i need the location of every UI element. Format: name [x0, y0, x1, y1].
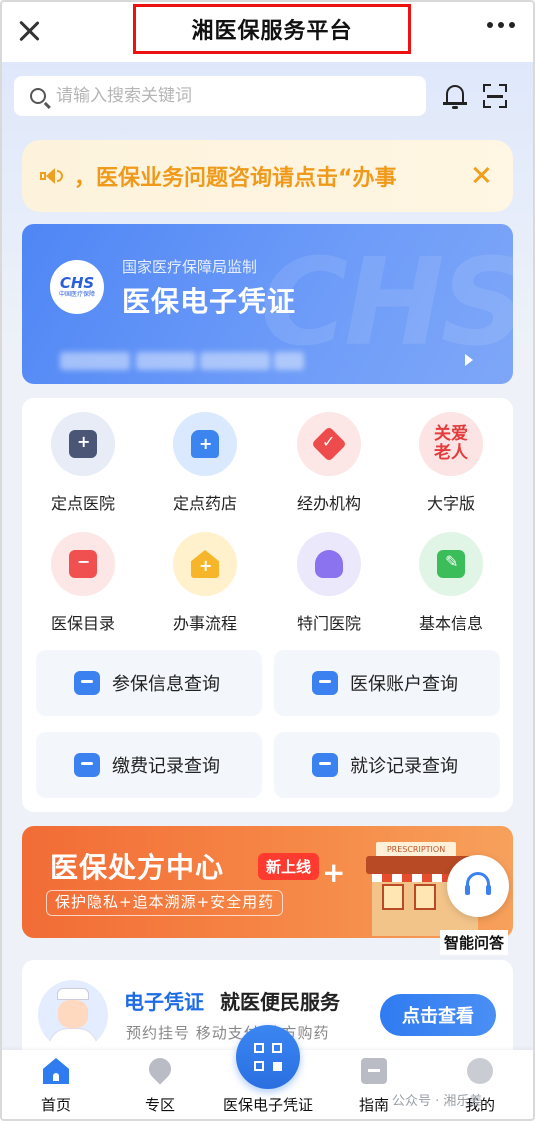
query-account-button[interactable]: 医保账户查询: [274, 650, 500, 716]
top-bar: 湘医保服务平台: [0, 0, 535, 62]
prescription-banner[interactable]: 医保处方中心 新上线 + 保护隐私+追本溯源+安全用药 PRESCRIPTION: [22, 826, 513, 938]
promo-subtitle: 预约挂号 移动支付 处方购药: [126, 1024, 330, 1042]
service-tile[interactable]: 关爱老人 大字版: [396, 412, 506, 522]
speaker-icon: [40, 166, 64, 186]
new-badge: 新上线: [258, 853, 320, 880]
assistant-label[interactable]: 智能问答: [440, 930, 509, 955]
service-tile[interactable]: − 医保目录: [28, 532, 138, 642]
account-icon: [312, 671, 338, 695]
insurance-info-icon: [74, 671, 100, 695]
banner-subtitle: 保护隐私+追本溯源+安全用药: [46, 890, 284, 916]
scan-icon[interactable]: [483, 84, 507, 108]
title-highlight-box: 湘医保服务平台: [133, 4, 411, 54]
card-subtitle: 国家医疗保障局监制: [122, 258, 258, 276]
search-icon: [30, 88, 46, 104]
service-tile[interactable]: + 定点药店: [150, 412, 260, 522]
pharmacy-icon: +: [173, 412, 237, 476]
assistant-button[interactable]: [447, 855, 509, 917]
qr-code-icon: [254, 1043, 264, 1053]
service-tile[interactable]: + 定点医院: [28, 412, 138, 522]
nav-item-zone[interactable]: 专区: [120, 1050, 200, 1121]
special-clinic-icon: [297, 532, 361, 596]
home-icon: [43, 1058, 69, 1084]
masked-id: [200, 352, 270, 370]
service-tile[interactable]: ✎ 基本信息: [396, 532, 506, 642]
watermark: 公众号 · 湘乐差: [392, 1094, 483, 1109]
notice-text: ，医保业务问题咨询请点击“办事: [74, 166, 397, 191]
search-input[interactable]: [56, 86, 396, 106]
masked-id: [60, 352, 130, 370]
notice-close-icon[interactable]: [471, 162, 491, 188]
promo-title: 就医便民服务: [220, 990, 340, 1014]
doctor-avatar: [38, 980, 108, 1050]
more-icon[interactable]: [487, 22, 515, 28]
elderly-care-icon: 关爱老人: [419, 412, 483, 476]
nav-item-home[interactable]: 首页: [16, 1050, 96, 1121]
service-tile[interactable]: + 办事流程: [150, 532, 260, 642]
masked-id: [136, 352, 196, 370]
nav-item-voucher-label[interactable]: 医保电子凭证: [214, 1094, 322, 1115]
notice-bar[interactable]: ，医保业务问题咨询请点击“办事: [22, 140, 513, 212]
query-visit-record-button[interactable]: 就诊记录查询: [274, 732, 500, 798]
basic-info-icon: ✎: [419, 532, 483, 596]
services-panel: + 定点医院 + 定点药店 ✓ 经办机构 关爱老人 大字版 − 医保目录 + 办…: [22, 398, 513, 812]
card-title: 医保电子凭证: [122, 285, 297, 318]
catalog-icon: −: [51, 532, 115, 596]
location-icon: [144, 1053, 176, 1085]
process-icon: +: [173, 532, 237, 596]
bell-icon[interactable]: [443, 83, 467, 109]
close-icon[interactable]: [14, 16, 44, 46]
insurance-card[interactable]: CHS CHS 中国医疗保障 国家医疗保障局监制 医保电子凭证: [22, 224, 513, 384]
visit-record-icon: [312, 753, 338, 777]
nav-item-me[interactable]: 我的: [440, 1050, 520, 1121]
query-payment-record-button[interactable]: 缴费记录查询: [36, 732, 262, 798]
search-bar[interactable]: [14, 76, 426, 116]
chevron-right-icon[interactable]: [465, 354, 473, 366]
page-title: 湘医保服务平台: [191, 19, 353, 44]
payment-record-icon: [74, 753, 100, 777]
service-tile[interactable]: ✓ 经办机构: [274, 412, 384, 522]
guide-icon: [361, 1058, 387, 1084]
query-insurance-info-button[interactable]: 参保信息查询: [36, 650, 262, 716]
qr-code-button[interactable]: [236, 1025, 300, 1089]
plus-icon: +: [322, 856, 346, 889]
masked-id: [274, 352, 304, 370]
promo-title-highlight: 电子凭证: [124, 990, 204, 1014]
banner-title: 医保处方中心: [50, 851, 225, 884]
nav-item-guide[interactable]: 指南: [334, 1050, 414, 1121]
chs-logo: CHS 中国医疗保障: [50, 260, 104, 314]
view-button[interactable]: 点击查看: [380, 994, 496, 1036]
service-tile[interactable]: 特门医院: [274, 532, 384, 642]
profile-icon: [467, 1058, 493, 1084]
agency-icon: ✓: [297, 412, 361, 476]
headset-icon: [465, 872, 491, 895]
hospital-icon: +: [51, 412, 115, 476]
